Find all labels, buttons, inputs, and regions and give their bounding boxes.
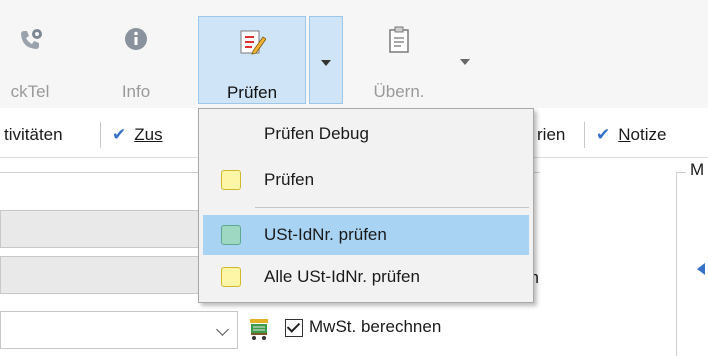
chevron-down-icon bbox=[216, 323, 229, 336]
select-field[interactable] bbox=[0, 311, 238, 349]
text-field[interactable] bbox=[0, 256, 220, 294]
tab-aktivitaeten[interactable]: tivitäten bbox=[4, 113, 63, 157]
menu-item-label: Prüfen bbox=[264, 170, 315, 189]
menu-item-label: USt-IdNr. prüfen bbox=[264, 225, 387, 244]
tab-label: tivitäten bbox=[4, 125, 63, 144]
group-border bbox=[676, 172, 686, 173]
green-status-icon bbox=[221, 225, 241, 245]
uebernehmen-dropdown-button[interactable] bbox=[450, 16, 480, 104]
menu-item-label: Alle USt-IdNr. prüfen bbox=[264, 267, 420, 286]
menu-separator bbox=[255, 207, 529, 208]
checklist-pencil-icon bbox=[238, 27, 267, 62]
pruefen-label: Prüfen bbox=[226, 83, 278, 102]
tab-zusatz[interactable]: ✔ Zus bbox=[112, 113, 163, 157]
menu-item-alle-ust-idnr-pruefen[interactable]: Alle USt-IdNr. prüfen bbox=[203, 257, 529, 297]
mwst-checkbox[interactable] bbox=[285, 319, 303, 337]
tab-divider bbox=[100, 122, 101, 148]
uebernehmen-button[interactable]: Übern. bbox=[362, 16, 436, 104]
group-title: M bbox=[690, 160, 705, 179]
text-field[interactable] bbox=[0, 210, 220, 248]
checkmark-icon: ✔ bbox=[112, 125, 127, 144]
yellow-status-icon bbox=[221, 267, 241, 287]
tab-label: otize bbox=[630, 125, 667, 144]
uebernehmen-label: Übern. bbox=[373, 82, 425, 101]
group-border bbox=[676, 172, 677, 356]
tab-serien[interactable]: rien bbox=[537, 113, 565, 157]
info-label: Info bbox=[121, 82, 151, 101]
info-button[interactable]: Info bbox=[108, 16, 164, 104]
menu-item-pruefen-debug[interactable]: Prüfen Debug bbox=[203, 114, 529, 154]
menu-item-pruefen[interactable]: Prüfen bbox=[203, 160, 529, 200]
pruefen-button[interactable]: Prüfen bbox=[198, 16, 306, 104]
quicktel-button[interactable]: ckTel bbox=[0, 16, 70, 104]
pruefen-dropdown-menu: Prüfen Debug Prüfen USt-IdNr. prüfen All… bbox=[198, 108, 534, 303]
tab-label: Zus bbox=[134, 125, 163, 144]
shopping-cart-icon[interactable] bbox=[246, 316, 272, 347]
info-icon bbox=[123, 26, 149, 57]
ribbon-toolbar: ckTel Info Prüfen Übern. bbox=[0, 0, 708, 108]
quicktel-label: ckTel bbox=[10, 82, 50, 101]
phone-settings-icon bbox=[15, 26, 45, 61]
checkmark-icon: ✔ bbox=[596, 125, 611, 144]
arrow-left-icon[interactable] bbox=[697, 263, 705, 275]
tab-notizen[interactable]: ✔ Notize bbox=[596, 113, 666, 157]
menu-item-ust-idnr-pruefen[interactable]: USt-IdNr. prüfen bbox=[203, 215, 529, 255]
mwst-label: MwSt. berechnen bbox=[309, 317, 442, 336]
yellow-status-icon bbox=[221, 170, 241, 190]
tab-label: rien bbox=[537, 125, 566, 144]
clipboard-icon bbox=[387, 26, 411, 59]
tab-divider bbox=[584, 122, 585, 148]
chevron-down-icon bbox=[460, 59, 470, 65]
tab-label-mnemonic: N bbox=[618, 125, 631, 144]
chevron-down-icon bbox=[321, 60, 331, 66]
menu-item-label: Prüfen Debug bbox=[264, 124, 369, 143]
pruefen-dropdown-button[interactable] bbox=[309, 16, 343, 104]
